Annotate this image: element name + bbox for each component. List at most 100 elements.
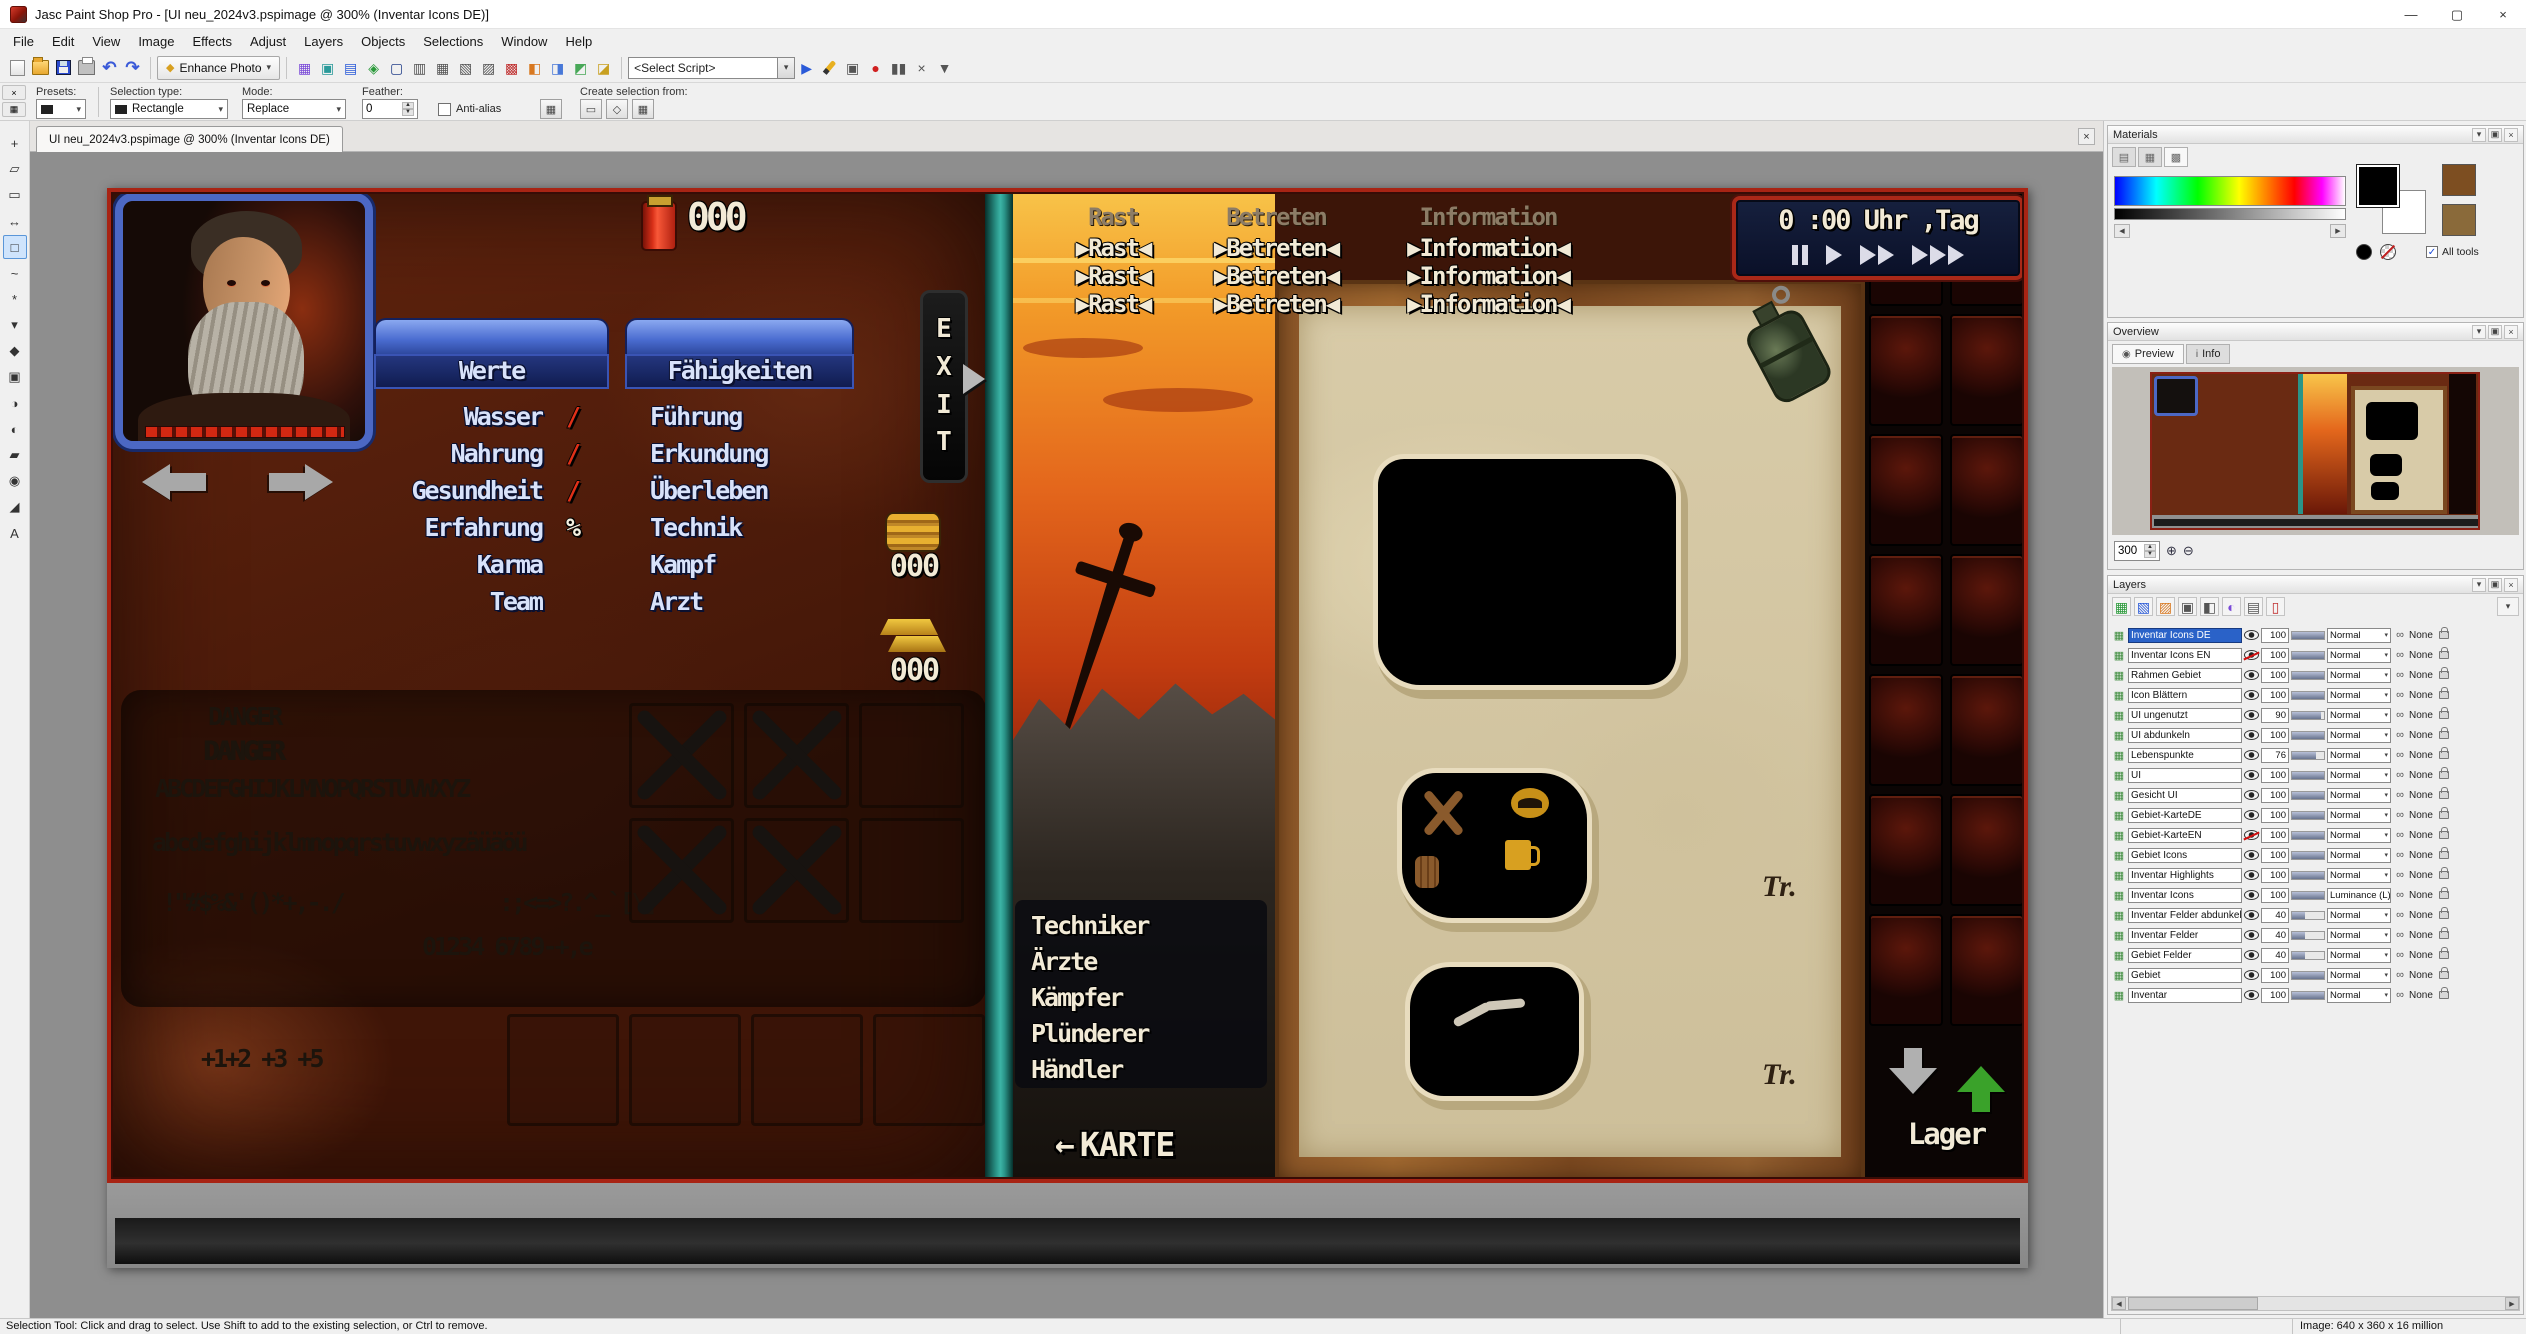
layer-blend-mode[interactable]: Normal▾ [2327,788,2391,803]
color-replacer-tool[interactable]: ◑ [3,391,27,415]
visibility-eye-icon[interactable] [2244,910,2259,920]
link-set-icon[interactable]: ∞ [2393,989,2407,1001]
new-vector-layer-icon[interactable]: ▧ [2134,597,2153,616]
close-icon[interactable]: × [2504,578,2518,592]
layer-name[interactable]: Gebiet Icons [2128,848,2242,863]
layer-link-value[interactable]: None [2409,830,2437,841]
new-adjustment-layer-icon[interactable]: ◐ [2222,597,2241,616]
layer-opacity-slider[interactable] [2291,931,2325,940]
lock-icon[interactable] [2439,991,2449,999]
magic-wand-tool[interactable]: * [3,287,27,311]
print-icon[interactable] [75,56,98,79]
menu-item[interactable]: Layers [295,34,352,49]
link-set-icon[interactable]: ∞ [2393,849,2407,861]
link-set-icon[interactable]: ∞ [2393,909,2407,921]
layer-opacity-slider[interactable] [2291,651,2325,660]
dock-icon[interactable]: ▣ [2488,325,2502,339]
layer-opacity-slider[interactable] [2291,691,2325,700]
run-script-icon[interactable]: ▶ [795,56,818,79]
lock-icon[interactable] [2439,951,2449,959]
lock-icon[interactable] [2439,691,2449,699]
cancel-script-icon[interactable]: × [910,56,933,79]
palette-close-icon[interactable]: × [2,85,26,100]
visibility-eye-icon[interactable] [2244,950,2259,960]
link-set-icon[interactable]: ∞ [2393,629,2407,641]
move-tool[interactable]: ↔ [3,209,27,233]
layer-link-value[interactable]: None [2409,930,2437,941]
visibility-eye-icon[interactable] [2244,650,2259,660]
create-from-mask-icon[interactable]: ▦ [632,99,654,119]
link-set-icon[interactable]: ∞ [2393,789,2407,801]
layer-opacity-value[interactable]: 100 [2261,968,2289,983]
layer-opacity-slider[interactable] [2291,891,2325,900]
canvas-area[interactable]: 000 Werte Fähigkeiten Wasser/Nahrung/Ges… [30,152,2103,1318]
layers-toggle-icon[interactable]: ◨ [546,56,569,79]
layer-opacity-value[interactable]: 76 [2261,748,2289,763]
visibility-eye-icon[interactable] [2244,710,2259,720]
layer-blend-mode[interactable]: Normal▾ [2327,988,2391,1003]
lock-icon[interactable] [2439,711,2449,719]
layer-name[interactable]: UI abdunkeln [2128,728,2242,743]
layer-name[interactable]: Inventar Felder [2128,928,2242,943]
tab-info[interactable]: iInfo [2186,344,2231,364]
link-set-icon[interactable]: ∞ [2393,969,2407,981]
layer-blend-mode[interactable]: Normal▾ [2327,628,2391,643]
lock-icon[interactable] [2439,851,2449,859]
pan-tool[interactable]: + [3,131,27,155]
document-tab[interactable]: UI neu_2024v3.pspimage @ 300% (Inventar … [36,126,343,152]
layer-link-value[interactable]: None [2409,970,2437,981]
pause-script-icon[interactable]: ▮▮ [887,56,910,79]
layer-link-value[interactable]: None [2409,730,2437,741]
layer-name[interactable]: Gesicht UI [2128,788,2242,803]
lock-icon[interactable] [2439,791,2449,799]
new-layer-group-icon[interactable]: ▣ [2178,597,2197,616]
grid-icon[interactable]: ▦ [431,56,454,79]
layer-opacity-value[interactable]: 90 [2261,708,2289,723]
link-set-icon[interactable]: ∞ [2393,769,2407,781]
link-set-icon[interactable]: ∞ [2393,809,2407,821]
layer-opacity-slider[interactable] [2291,871,2325,880]
collapse-icon[interactable]: ▾ [2472,325,2486,339]
layer-blend-mode[interactable]: Normal▾ [2327,828,2391,843]
guides-icon[interactable]: ▧ [454,56,477,79]
layer-blend-mode[interactable]: Normal▾ [2327,728,2391,743]
lock-icon[interactable] [2439,891,2449,899]
spectrum-prev-icon[interactable]: ◀ [2114,224,2130,238]
screen-capture-icon[interactable]: ▣ [316,56,339,79]
layer-opacity-slider[interactable] [2291,791,2325,800]
paint-brush-tool[interactable]: ◆ [3,339,27,363]
visibility-eye-icon[interactable] [2244,730,2259,740]
layer-blend-mode[interactable]: Luminance (L)▾ [2327,888,2391,903]
scanner-import-icon[interactable]: ▤ [339,56,362,79]
lock-icon[interactable] [2439,751,2449,759]
layer-blend-mode[interactable]: Normal▾ [2327,668,2391,683]
menu-item[interactable]: View [83,34,129,49]
visibility-eye-icon[interactable] [2244,830,2259,840]
antialias-checkbox[interactable]: Anti-alias [438,99,501,119]
layer-link-value[interactable]: None [2409,670,2437,681]
learning-center-icon[interactable]: ◪ [592,56,615,79]
layer-opacity-slider[interactable] [2291,671,2325,680]
layer-opacity-slider[interactable] [2291,711,2325,720]
dock-icon[interactable]: ▣ [2488,128,2502,142]
visibility-eye-icon[interactable] [2244,670,2259,680]
menu-item[interactable]: Help [556,34,601,49]
edit-script-icon[interactable] [818,56,841,79]
menu-item[interactable]: Edit [43,34,83,49]
collapse-icon[interactable]: ▾ [2472,578,2486,592]
layer-name[interactable]: Rahmen Gebiet [2128,668,2242,683]
link-set-icon[interactable]: ∞ [2393,649,2407,661]
snap-to-guides-icon[interactable]: ▨ [477,56,500,79]
layer-name[interactable]: Gebiet [2128,968,2242,983]
layer-link-value[interactable]: None [2409,870,2437,881]
layer-opacity-slider[interactable] [2291,851,2325,860]
frame-tab-icon[interactable]: ▤ [2112,147,2136,167]
layer-name[interactable]: Icon Blättern [2128,688,2242,703]
link-set-icon[interactable]: ∞ [2393,889,2407,901]
layer-blend-mode[interactable]: Normal▾ [2327,868,2391,883]
document-close-icon[interactable]: × [2078,128,2095,145]
close-icon[interactable]: × [2504,128,2518,142]
save-icon[interactable] [52,56,75,79]
layer-link-value[interactable]: None [2409,810,2437,821]
layer-opacity-slider[interactable] [2291,751,2325,760]
